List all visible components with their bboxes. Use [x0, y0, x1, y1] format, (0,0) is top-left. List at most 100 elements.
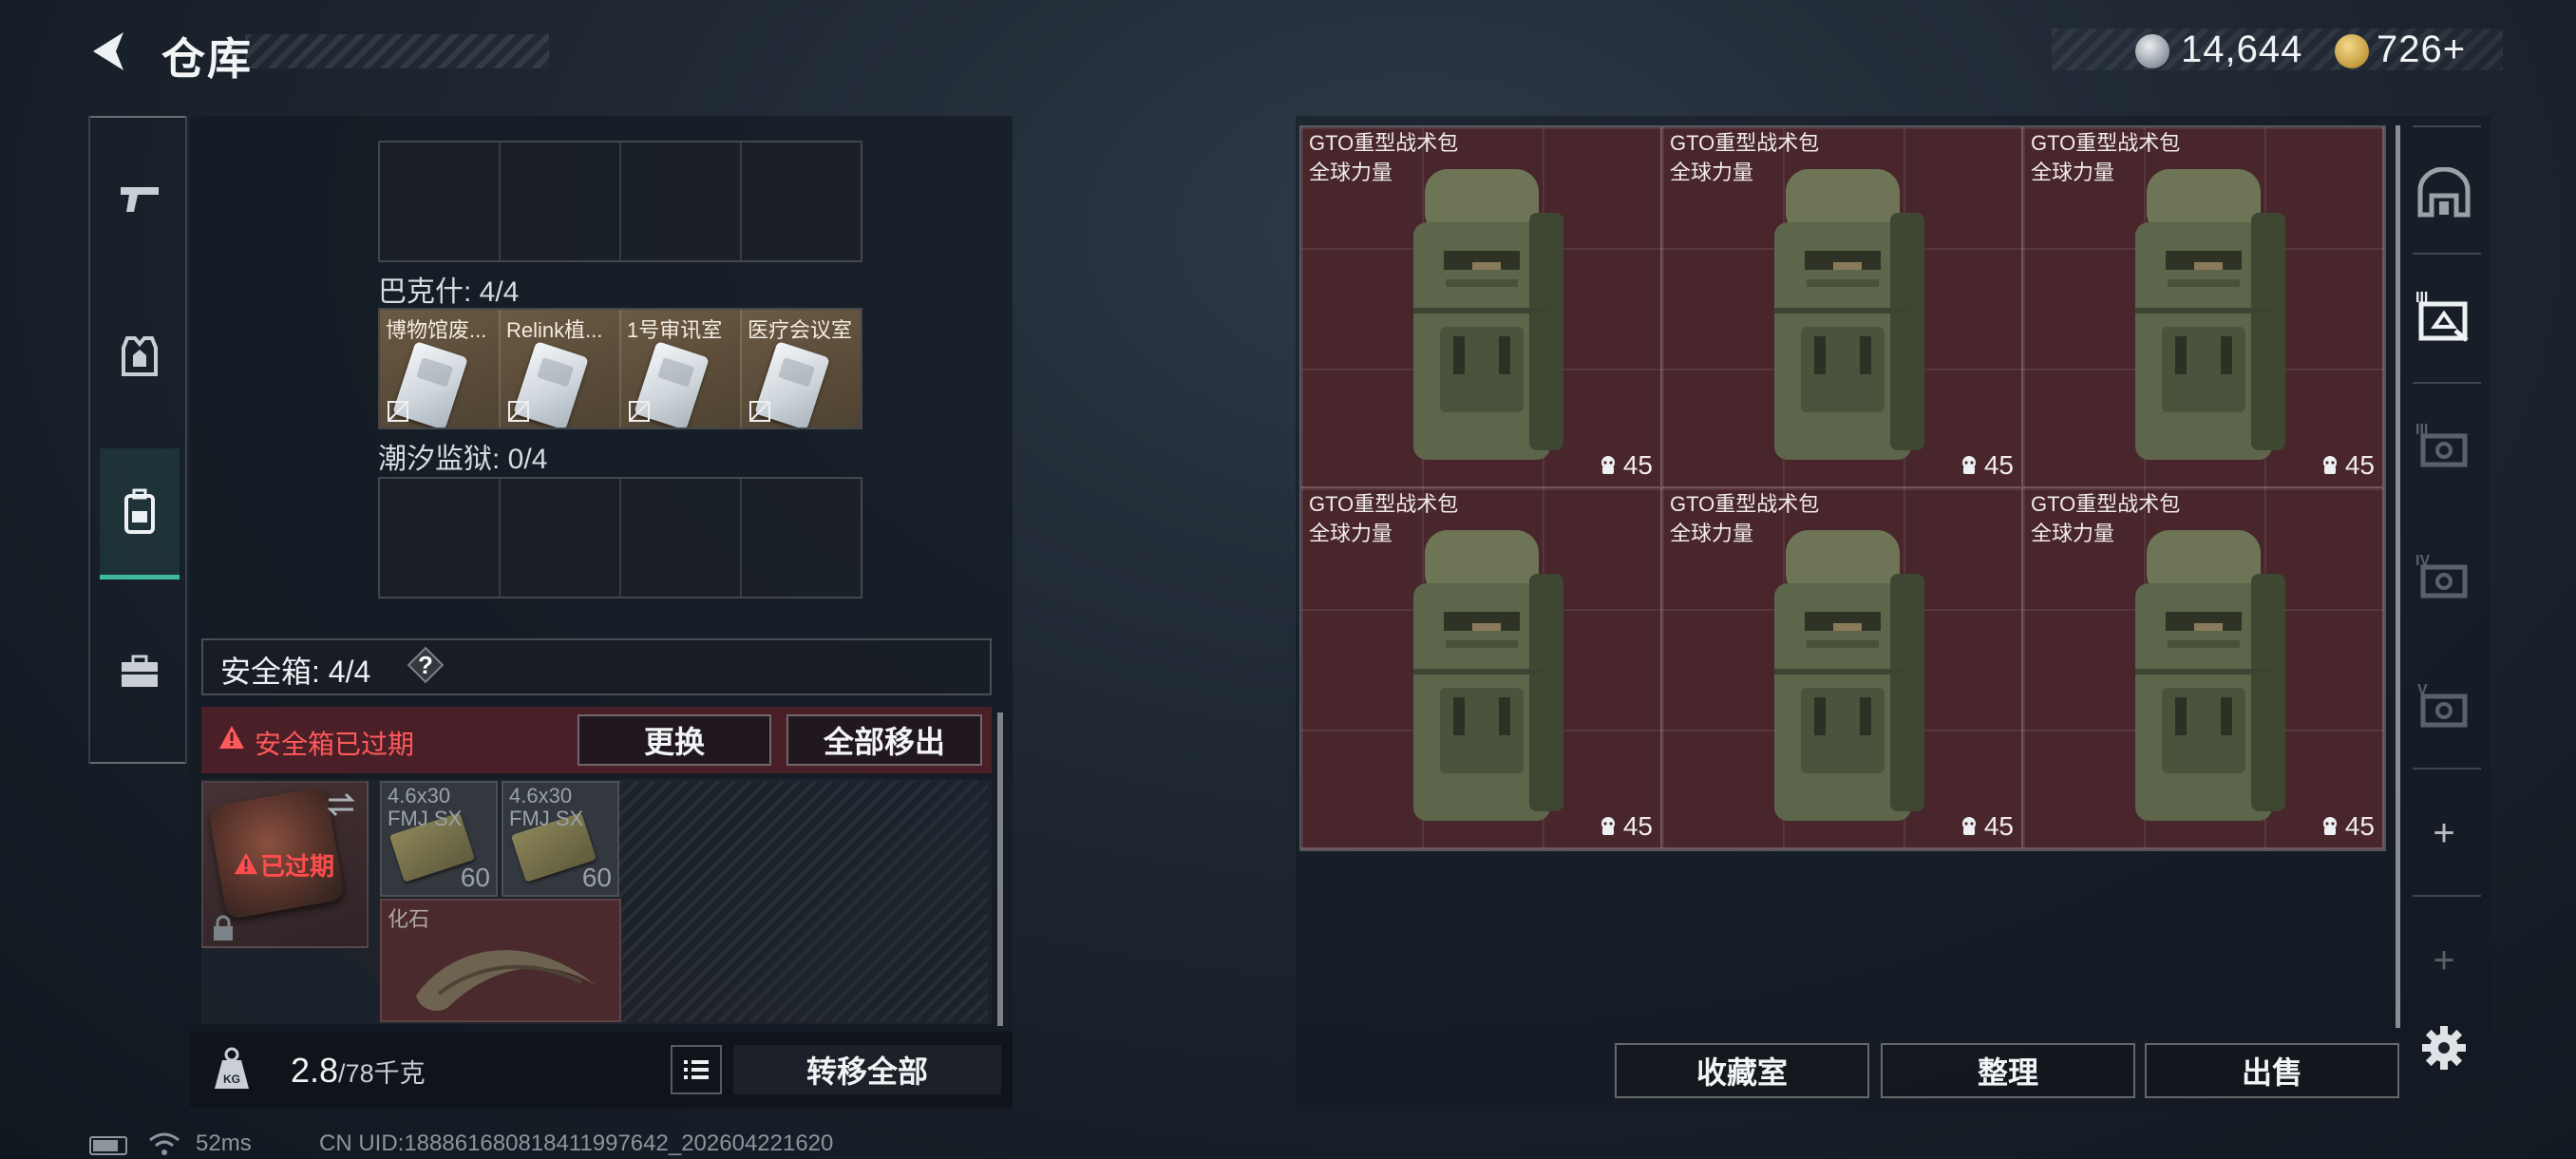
item-durability: 45 — [2320, 811, 2375, 842]
move-all-out-button[interactable]: 全部移出 — [786, 714, 982, 766]
nav-weapons[interactable] — [100, 156, 180, 241]
durability-value: 45 — [1622, 450, 1653, 480]
locked-slots-area — [619, 781, 988, 1022]
storage-scrollbar[interactable] — [2396, 125, 2400, 1028]
sell-button[interactable]: 出售 — [2145, 1043, 2399, 1098]
gear-icon — [2422, 1026, 2466, 1070]
durability-icon — [1601, 456, 1615, 474]
weight-readout: 2.8/78千克 — [291, 1051, 426, 1091]
back-arrow-icon[interactable] — [85, 27, 135, 76]
armor-icon — [122, 336, 158, 376]
durability-value: 45 — [2344, 450, 2375, 480]
storage-item-backpack[interactable]: GTO重型战术包 全球力量 45 — [1301, 127, 1662, 488]
storage-tab-2[interactable]: III — [2411, 281, 2477, 348]
durability-icon — [1601, 817, 1615, 835]
fossil-claw-icon — [416, 950, 597, 1011]
key-item[interactable]: 医疗会议室 — [742, 310, 861, 428]
add-storage-button[interactable]: + — [2411, 800, 2477, 866]
backpack-image-icon — [1774, 169, 1924, 460]
no-trade-icon — [629, 401, 650, 422]
lock-icon — [214, 915, 233, 940]
backpack-image-icon — [2135, 530, 2285, 821]
durability-value: 45 — [2344, 811, 2375, 841]
swap-icon[interactable] — [325, 788, 357, 821]
svg-text:KG: KG — [223, 1073, 240, 1086]
organize-button[interactable]: 整理 — [1881, 1043, 2135, 1098]
ammo-item[interactable]: 4.6x30 FMJ SX 60 — [502, 781, 619, 897]
svg-text:?: ? — [418, 651, 433, 679]
item-durability: 45 — [1960, 450, 2014, 481]
storage-item-backpack[interactable]: GTO重型战术包 全球力量 45 — [1662, 488, 2023, 849]
key-item[interactable]: 博物馆废... — [380, 310, 501, 428]
item-name: GTO重型战术包 — [2031, 131, 2181, 155]
backpack-image-icon — [1413, 530, 1563, 821]
help-icon[interactable]: ? — [407, 646, 445, 684]
ping-readout: 52ms — [196, 1130, 252, 1156]
gold-currency-amount[interactable]: 726+ — [2377, 28, 2466, 71]
item-name: GTO重型战术包 — [1309, 131, 1459, 155]
item-brand: 全球力量 — [1670, 522, 1754, 545]
item-name: GTO重型战术包 — [1670, 131, 1820, 155]
nav-tools[interactable] — [100, 629, 180, 714]
storage-tab-4[interactable]: IV — [2411, 542, 2477, 608]
storage-grid: GTO重型战术包 全球力量 45 GTO重型战术包 全球力量 45 GTO重型战术包 全球… — [1299, 125, 2386, 851]
item-brand: 全球力量 — [1309, 161, 1393, 184]
item-brand: 全球力量 — [2031, 161, 2115, 184]
storage-tab-5[interactable]: V — [2411, 671, 2477, 737]
item-name: GTO重型战术包 — [2031, 492, 2181, 516]
silver-currency-amount: 14,644 — [2181, 28, 2303, 70]
ammo-name: 4.6x30 FMJ SX — [388, 784, 463, 830]
storage-item-backpack[interactable]: GTO重型战术包 全球力量 45 — [2023, 127, 2384, 488]
item-brand: 全球力量 — [1670, 161, 1754, 184]
transfer-all-button[interactable]: 转移全部 — [733, 1045, 1001, 1094]
item-durability: 45 — [1960, 811, 2014, 842]
warning-icon — [234, 852, 258, 875]
ammo-item[interactable]: 4.6x30 FMJ SX 60 — [380, 781, 498, 897]
empty-key-slot[interactable] — [380, 142, 501, 260]
key-item-name: Relink植... — [506, 318, 603, 342]
storage-tier-5-icon: V — [2417, 682, 2468, 728]
no-trade-icon — [388, 401, 408, 422]
empty-key-slot[interactable] — [501, 479, 621, 597]
empty-key-slot[interactable] — [742, 479, 861, 597]
collection-room-button[interactable]: 收藏室 — [1615, 1043, 1869, 1098]
nav-armor[interactable] — [100, 314, 180, 399]
key-slot-row-1 — [378, 141, 862, 262]
page-title: 仓库 — [161, 34, 253, 84]
storage-tab-3[interactable]: III — [2411, 410, 2477, 477]
key-item[interactable]: 1号审讯室 — [621, 310, 742, 428]
user-uid: CN UID:188861680818411997642_20260422162… — [319, 1130, 834, 1156]
replace-button[interactable]: 更换 — [578, 714, 771, 766]
storage-item-backpack[interactable]: GTO重型战术包 全球力量 45 — [1301, 488, 1662, 849]
list-view-button[interactable] — [671, 1045, 722, 1094]
storage-item-backpack[interactable]: GTO重型战术包 全球力量 45 — [1662, 127, 2023, 488]
empty-key-slot[interactable] — [621, 142, 742, 260]
tide-prison-key-label: 潮汐监狱: 0/4 — [378, 444, 548, 475]
storage-item-backpack[interactable]: GTO重型战术包 全球力量 45 — [2023, 488, 2384, 849]
storage-tab-home[interactable] — [2411, 160, 2477, 226]
durability-value: 45 — [1983, 450, 2014, 480]
key-item-name: 1号审讯室 — [627, 318, 723, 342]
fossil-item[interactable]: 化石 — [380, 899, 621, 1022]
briefcase-icon — [122, 655, 158, 687]
key-item-name: 医疗会议室 — [748, 318, 853, 342]
settings-button[interactable] — [2411, 1015, 2477, 1081]
item-durability: 45 — [1599, 811, 1653, 842]
empty-key-slot[interactable] — [621, 479, 742, 597]
backpack-image-icon — [1413, 169, 1563, 460]
backpack-scrollbar[interactable] — [997, 712, 1003, 1026]
empty-key-slot[interactable] — [380, 479, 501, 597]
max-weight: /78千克 — [338, 1059, 426, 1088]
safebox-title: 安全箱: 4/4 — [220, 655, 371, 689]
empty-key-slot[interactable] — [501, 142, 621, 260]
durability-value: 45 — [1983, 811, 2014, 841]
empty-key-slot[interactable] — [742, 142, 861, 260]
ammo-name: 4.6x30 FMJ SX — [509, 784, 584, 830]
item-brand: 全球力量 — [1309, 522, 1393, 545]
nav-backpack[interactable] — [100, 448, 180, 580]
durability-icon — [2322, 817, 2337, 835]
durability-icon — [2322, 456, 2337, 474]
wifi-icon — [149, 1132, 180, 1155]
key-item[interactable]: Relink植... — [501, 310, 621, 428]
item-durability: 45 — [1599, 450, 1653, 481]
